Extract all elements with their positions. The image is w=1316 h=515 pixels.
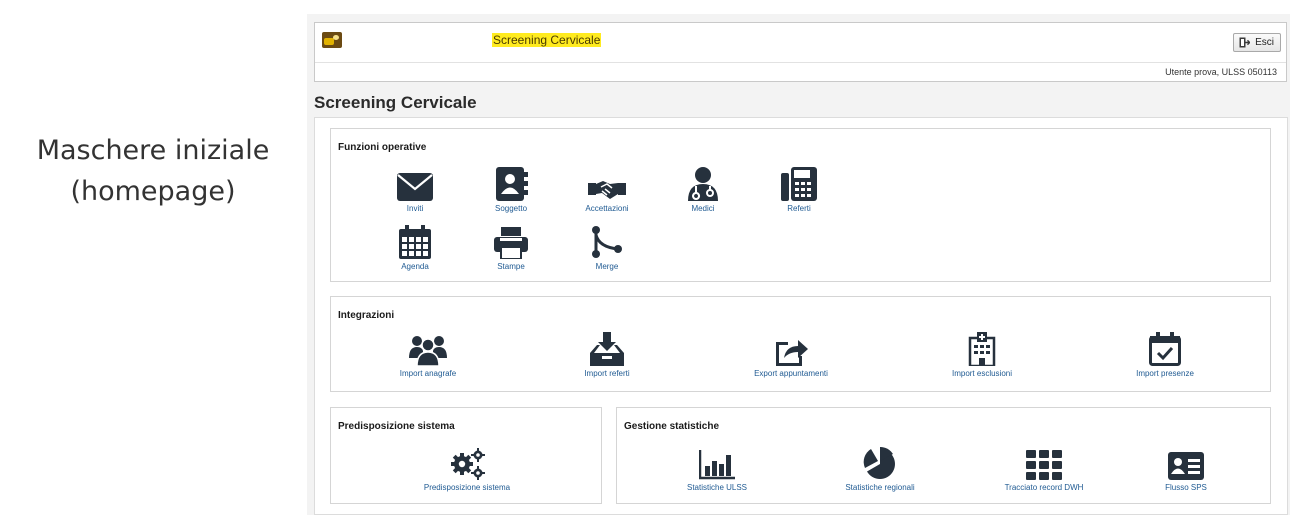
- app-logo: [322, 32, 342, 48]
- tile-label: Predisposizione sistema: [423, 483, 511, 492]
- tile-medici[interactable]: Medici: [658, 167, 748, 213]
- tile-soggetto[interactable]: Soggetto: [466, 167, 556, 213]
- tile-label: Soggetto: [494, 204, 528, 213]
- page-title: Screening Cervicale: [314, 93, 477, 112]
- caption-line-1: Maschere iniziale: [36, 135, 270, 166]
- tile-label: Tracciato record DWH: [1004, 483, 1084, 492]
- users-icon: [409, 332, 447, 366]
- pie-chart-icon: [862, 446, 898, 480]
- tile-import-esclusioni[interactable]: Import esclusioni: [937, 332, 1027, 378]
- handshake-icon: [588, 167, 626, 201]
- share-icon: [774, 332, 808, 366]
- tile-stampe[interactable]: Stampe: [466, 225, 556, 271]
- fax-icon: [781, 167, 817, 201]
- tile-import-presenze[interactable]: Import presenze: [1120, 332, 1210, 378]
- user-info: Utente prova, ULSS 050113: [1165, 67, 1277, 77]
- section-title-predisposizione: Predisposizione sistema: [338, 421, 455, 432]
- section-predisposizione-sistema: Predisposizione sistema Predisposizione …: [330, 407, 602, 504]
- tile-accettazioni[interactable]: Accettazioni: [562, 167, 652, 213]
- logout-label: Esci: [1255, 37, 1274, 48]
- tile-label: Import presenze: [1136, 369, 1194, 378]
- side-caption: Maschere iniziale (homepage): [22, 130, 284, 212]
- printer-icon: [494, 225, 528, 259]
- tile-label: Merge: [595, 262, 619, 271]
- logout-icon: [1239, 37, 1251, 48]
- tile-statistiche-ulss[interactable]: Statistiche ULSS: [672, 446, 762, 492]
- tile-label: Agenda: [401, 262, 429, 271]
- doctor-icon: [686, 167, 720, 201]
- section-title-integrazioni: Integrazioni: [338, 310, 395, 321]
- app-window: Screening Cervicale Esci Utente prova, U…: [307, 14, 1290, 515]
- bar-chart-icon: [699, 446, 735, 480]
- tile-label: Medici: [691, 204, 715, 213]
- tile-label: Accettazioni: [585, 204, 629, 213]
- gears-icon: [449, 446, 485, 480]
- hospital-icon: [967, 332, 997, 366]
- calendar-icon: [399, 225, 431, 259]
- grid-icon: [1026, 446, 1062, 480]
- tile-predisposizione-sistema[interactable]: Predisposizione sistema: [397, 446, 537, 492]
- tile-label: Inviti: [406, 204, 424, 213]
- tile-import-referti[interactable]: Import referti: [562, 332, 652, 378]
- tile-agenda[interactable]: Agenda: [370, 225, 460, 271]
- section-title-funzioni-operative: Funzioni operative: [338, 142, 427, 153]
- tile-referti[interactable]: Referti: [754, 167, 844, 213]
- id-card-icon: [1168, 446, 1204, 480]
- tile-label: Statistiche regionali: [845, 483, 915, 492]
- header-divider: [315, 62, 1286, 63]
- section-title-statistiche: Gestione statistiche: [624, 421, 720, 432]
- section-funzioni-operative: Funzioni operative Inviti Soggetto Accet…: [330, 128, 1271, 282]
- tile-flusso-sps[interactable]: Flusso SPS: [1141, 446, 1231, 492]
- tile-label: Import anagrafe: [399, 369, 457, 378]
- tile-label: Stampe: [497, 262, 525, 271]
- caption-line-2: (homepage): [70, 176, 236, 207]
- tile-label: Referti: [787, 204, 811, 213]
- tile-label: Import referti: [584, 369, 630, 378]
- logout-button[interactable]: Esci: [1233, 33, 1281, 52]
- calendar-check-icon: [1149, 332, 1181, 366]
- section-integrazioni: Integrazioni Import anagrafe Import refe…: [330, 296, 1271, 392]
- tile-statistiche-regionali[interactable]: Statistiche regionali: [835, 446, 925, 492]
- inbox-download-icon: [590, 332, 624, 366]
- address-book-icon: [494, 167, 528, 201]
- tile-label: Statistiche ULSS: [686, 483, 748, 492]
- tile-label: Flusso SPS: [1165, 483, 1207, 492]
- tile-label: Export appuntamenti: [754, 369, 828, 378]
- app-header: Screening Cervicale Esci Utente prova, U…: [314, 22, 1287, 82]
- tile-export-appuntamenti[interactable]: Export appuntamenti: [746, 332, 836, 378]
- header-title: Screening Cervicale: [492, 33, 602, 47]
- tile-label: Import esclusioni: [951, 369, 1013, 378]
- section-gestione-statistiche: Gestione statistiche Statistiche ULSS St…: [616, 407, 1271, 504]
- tile-tracciato-record-dwh[interactable]: Tracciato record DWH: [999, 446, 1089, 492]
- tile-inviti[interactable]: Inviti: [370, 167, 460, 213]
- envelope-icon: [397, 167, 433, 201]
- tile-merge[interactable]: Merge: [562, 225, 652, 271]
- merge-icon: [591, 225, 623, 259]
- tile-import-anagrafe[interactable]: Import anagrafe: [383, 332, 473, 378]
- main-panel: Funzioni operative Inviti Soggetto Accet…: [314, 117, 1288, 515]
